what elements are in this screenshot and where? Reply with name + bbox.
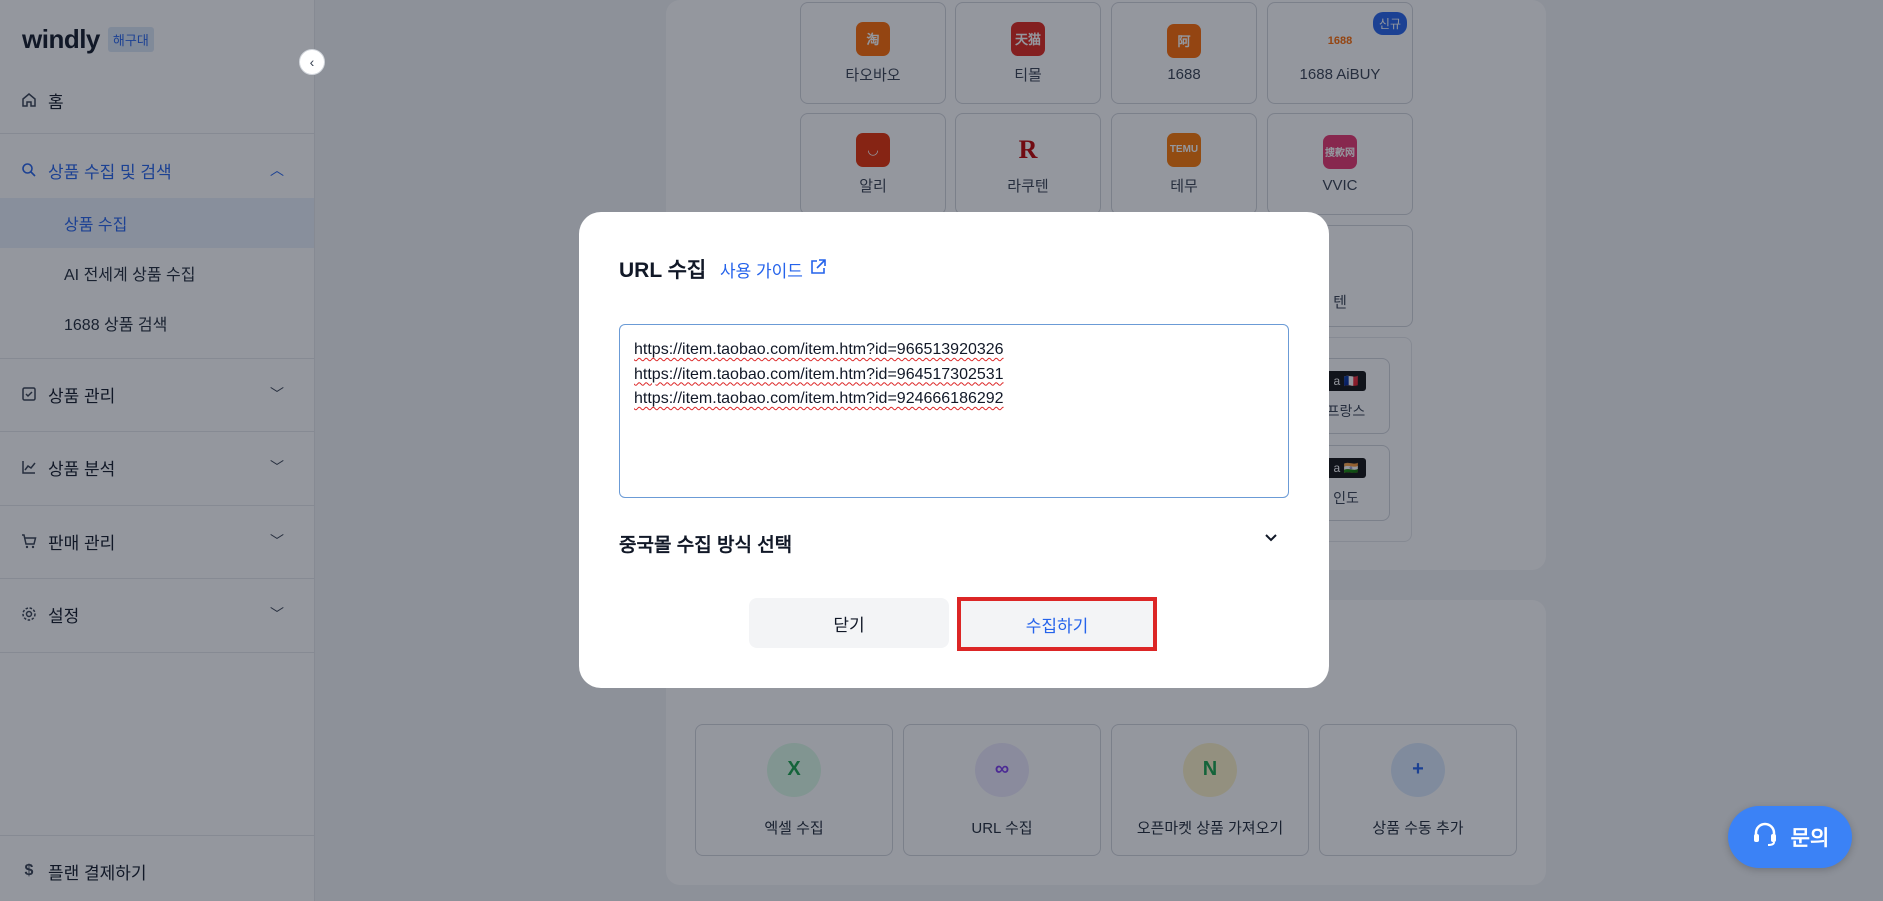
url-line: https://item.taobao.com/item.htm?id=9645… [634, 365, 1004, 383]
external-link-icon [809, 258, 827, 281]
headset-icon [1751, 820, 1779, 854]
china-mall-method-label[interactable]: 중국몰 수집 방식 선택 [619, 530, 792, 557]
inquiry-label: 문의 [1790, 827, 1830, 850]
chevron-down-icon[interactable] [1262, 528, 1280, 551]
close-button[interactable]: 닫기 [749, 598, 949, 648]
url-textarea[interactable]: https://item.taobao.com/item.htm?id=9665… [619, 324, 1289, 498]
collapse-sidebar-button[interactable]: ‹ [299, 49, 325, 75]
url-line: https://item.taobao.com/item.htm?id=9246… [634, 390, 1004, 407]
modal-title: URL 수집 [619, 259, 707, 282]
collect-button[interactable]: 수집하기 [957, 597, 1157, 651]
usage-guide-link[interactable]: 사용 가이드 [720, 257, 827, 282]
url-collect-modal: URL 수집 사용 가이드 https://item.taobao.com/it… [579, 212, 1329, 688]
url-line: https://item.taobao.com/item.htm?id=9665… [634, 341, 1004, 358]
usage-guide-label: 사용 가이드 [720, 262, 803, 281]
inquiry-button[interactable]: 문의 [1728, 806, 1852, 868]
